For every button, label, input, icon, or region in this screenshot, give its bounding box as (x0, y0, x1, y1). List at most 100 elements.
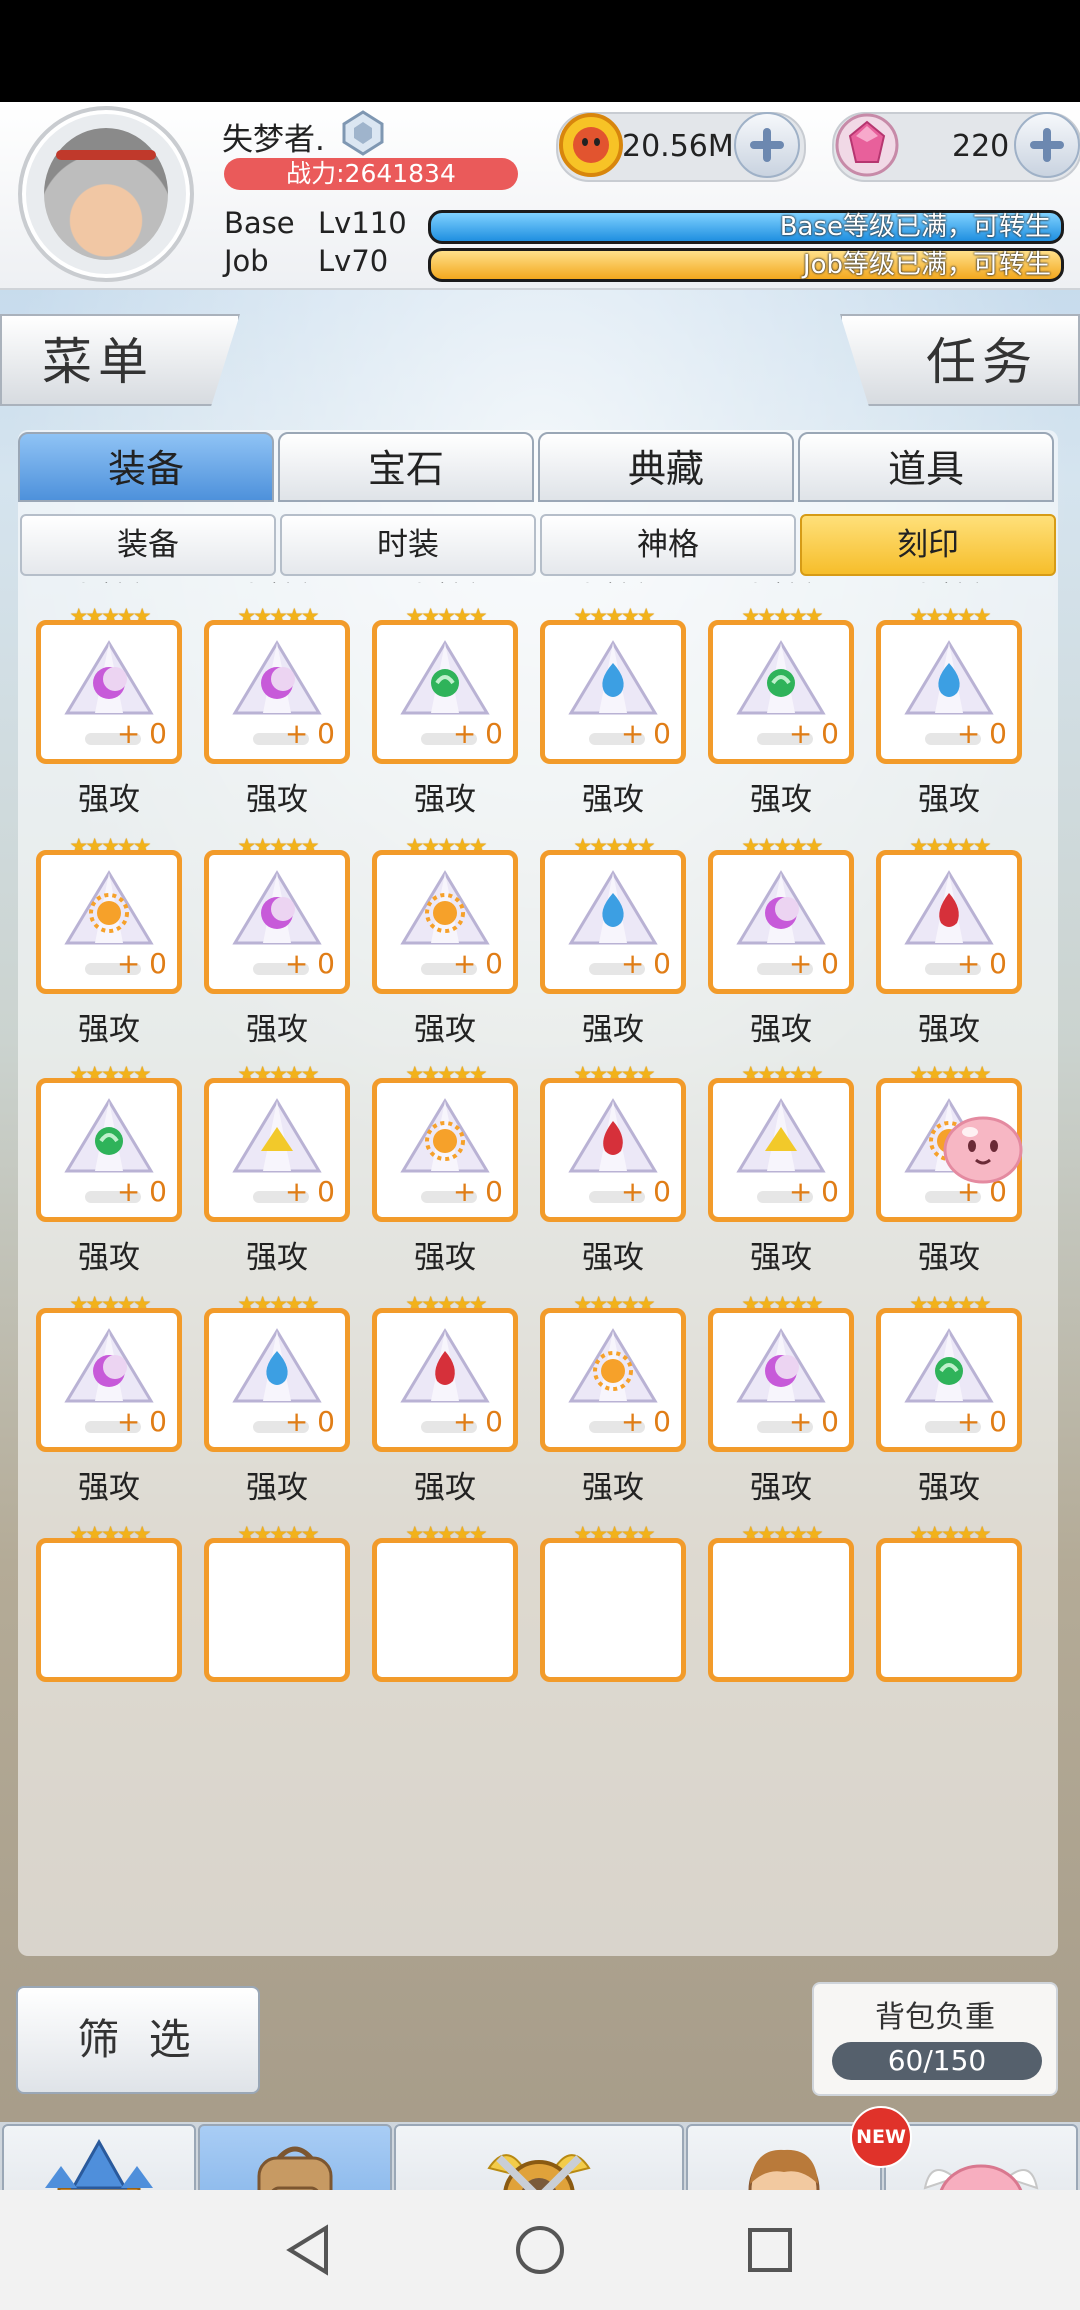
item-card[interactable]: + 0 (708, 850, 854, 994)
item-card[interactable]: + 0 (876, 850, 1022, 994)
tab-items[interactable]: 道具 (798, 432, 1054, 502)
inventory-item[interactable]: ★★★★★+ 0强攻 (540, 604, 686, 818)
inventory-item[interactable]: ★★★★★ (708, 1522, 854, 1732)
inventory-item[interactable]: ★★★★★+ 0强攻 (372, 604, 518, 818)
item-card[interactable]: + 0 (36, 1078, 182, 1222)
inventory-item[interactable]: ★★★★★+ 0强攻 (36, 604, 182, 818)
inventory-item[interactable]: ★★★★★+ 0强攻 (540, 582, 686, 588)
inventory-item[interactable]: ★★★★★+ 0强攻 (708, 582, 854, 588)
engraving-gem-icon (568, 870, 658, 945)
home-icon[interactable] (510, 2220, 570, 2280)
filter-button[interactable]: 筛 选 (16, 1986, 260, 2094)
inventory-item[interactable]: ★★★★★+ 0强攻 (36, 834, 182, 1048)
item-card[interactable]: + 0 (372, 620, 518, 764)
subtab-equipment[interactable]: 装备 (20, 514, 276, 576)
item-name: 强攻 (78, 1012, 140, 1048)
subtab-divinity[interactable]: 神格 (540, 514, 796, 576)
inventory-item[interactable]: ★★★★★+ 0强攻 (876, 582, 1022, 588)
inventory-item[interactable]: ★★★★★+ 0强攻 (540, 834, 686, 1048)
tab-gems[interactable]: 宝石 (278, 432, 534, 502)
item-card[interactable] (204, 1538, 350, 1682)
crossed-swords-icon (487, 2154, 591, 2190)
item-name: 强攻 (414, 782, 476, 818)
inventory-item[interactable]: ★★★★★+ 0强攻 (204, 834, 350, 1048)
item-card[interactable]: + 0 (204, 850, 350, 994)
subtab-engraving[interactable]: 刻印 (800, 514, 1056, 576)
inventory-item[interactable]: ★★★★★+ 0强攻 (540, 1292, 686, 1506)
inventory-item[interactable]: ★★★★★+ 0强攻 (372, 582, 518, 588)
inventory-item[interactable]: ★★★★★+ 0强攻 (204, 1062, 350, 1276)
item-name: 强攻 (204, 582, 350, 589)
item-card[interactable]: + 0 (540, 850, 686, 994)
item-count: + 0 (620, 1175, 671, 1208)
inventory-item[interactable]: ★★★★★ (36, 1522, 182, 1732)
item-card[interactable]: + 0 (708, 620, 854, 764)
inventory-item[interactable]: ★★★★★+ 0强攻 (204, 604, 350, 818)
item-card[interactable]: + 0 (708, 1308, 854, 1452)
inventory-item[interactable]: ★★★★★+ 0强攻 (708, 834, 854, 1048)
inventory-item[interactable]: ★★★★★ (204, 1522, 350, 1732)
inventory-item[interactable]: ★★★★★+ 0强攻 (876, 1292, 1022, 1506)
item-card[interactable]: + 0 (540, 1308, 686, 1452)
item-name: 强攻 (540, 582, 686, 589)
item-card[interactable] (540, 1538, 686, 1682)
nav-battle[interactable]: 战斗 (394, 2124, 684, 2190)
item-card[interactable]: + 0 (708, 1078, 854, 1222)
nav-main-city[interactable]: 主城 (2, 2124, 196, 2190)
item-card[interactable]: + 0 (36, 620, 182, 764)
inventory-item[interactable]: ★★★★★ (372, 1522, 518, 1732)
tab-collection[interactable]: 典藏 (538, 432, 794, 502)
item-card[interactable] (876, 1538, 1022, 1682)
item-card[interactable] (372, 1538, 518, 1682)
add-gems-button[interactable] (1014, 112, 1080, 178)
inventory-item[interactable]: ★★★★★+ 0强攻 (708, 1062, 854, 1276)
item-card[interactable]: + 0 (204, 620, 350, 764)
engraving-gem-icon (232, 640, 322, 715)
item-card[interactable] (36, 1538, 182, 1682)
inventory-item[interactable]: ★★★★★+ 0强攻 (876, 604, 1022, 818)
inventory-item[interactable]: ★★★★★+ 0强攻 (36, 1062, 182, 1276)
item-card[interactable]: + 0 (540, 620, 686, 764)
menu-button[interactable]: 菜单 (0, 314, 240, 406)
inventory-item[interactable]: ★★★★★+ 0强攻 (708, 1292, 854, 1506)
inventory-item[interactable]: ★★★★★ (876, 1522, 1022, 1732)
status-bar (0, 0, 1080, 102)
inventory-item[interactable]: ★★★★★ (540, 1522, 686, 1732)
player-avatar[interactable] (18, 106, 194, 282)
item-card[interactable]: + 0 (372, 1308, 518, 1452)
inventory-item[interactable]: ★★★★★+ 0强攻 (372, 1292, 518, 1506)
inventory-item[interactable]: ★★★★★+ 0强攻 (540, 1062, 686, 1276)
subtab-fashion[interactable]: 时装 (280, 514, 536, 576)
backpack-icon (257, 2146, 333, 2190)
nav-backpack[interactable]: 背包 (198, 2124, 392, 2190)
recent-apps-icon[interactable] (740, 2220, 800, 2280)
inventory-item[interactable]: ★★★★★+ 0强攻 (876, 834, 1022, 1048)
item-card[interactable]: + 0 (876, 620, 1022, 764)
inventory-item[interactable]: ★★★★★+ 0强攻 (204, 1292, 350, 1506)
rank-emblem-icon (342, 110, 384, 156)
add-gold-button[interactable] (734, 112, 800, 178)
inventory-item[interactable]: ★★★★★+ 0强攻 (708, 604, 854, 818)
inventory-item[interactable]: ★★★★★+ 0强攻 (372, 834, 518, 1048)
inventory-item[interactable]: ★★★★★+ 0强攻 (36, 582, 182, 588)
item-card[interactable] (708, 1538, 854, 1682)
item-card[interactable]: + 0 (36, 850, 182, 994)
item-card[interactable]: + 0 (540, 1078, 686, 1222)
item-card[interactable]: + 0 (204, 1308, 350, 1452)
inventory-item[interactable]: ★★★★★+ 0强攻 (36, 1292, 182, 1506)
inventory-item[interactable]: ★★★★★+ 0强攻 (372, 1062, 518, 1276)
engraving-gem-icon (568, 1098, 658, 1173)
item-card[interactable]: + 0 (36, 1308, 182, 1452)
nav-pet[interactable]: 宠物 (884, 2124, 1078, 2190)
floating-pet-icon[interactable] (940, 1106, 1026, 1186)
task-button[interactable]: 任务 (840, 314, 1080, 406)
item-name: 强攻 (246, 782, 308, 818)
item-card[interactable]: + 0 (876, 1308, 1022, 1452)
base-exp-bar: Base等级已满，可转生 (428, 210, 1064, 244)
inventory-item[interactable]: ★★★★★+ 0强攻 (204, 582, 350, 588)
item-card[interactable]: + 0 (204, 1078, 350, 1222)
back-icon[interactable] (280, 2220, 340, 2280)
tab-equipment[interactable]: 装备 (18, 432, 274, 502)
item-card[interactable]: + 0 (372, 1078, 518, 1222)
item-card[interactable]: + 0 (372, 850, 518, 994)
